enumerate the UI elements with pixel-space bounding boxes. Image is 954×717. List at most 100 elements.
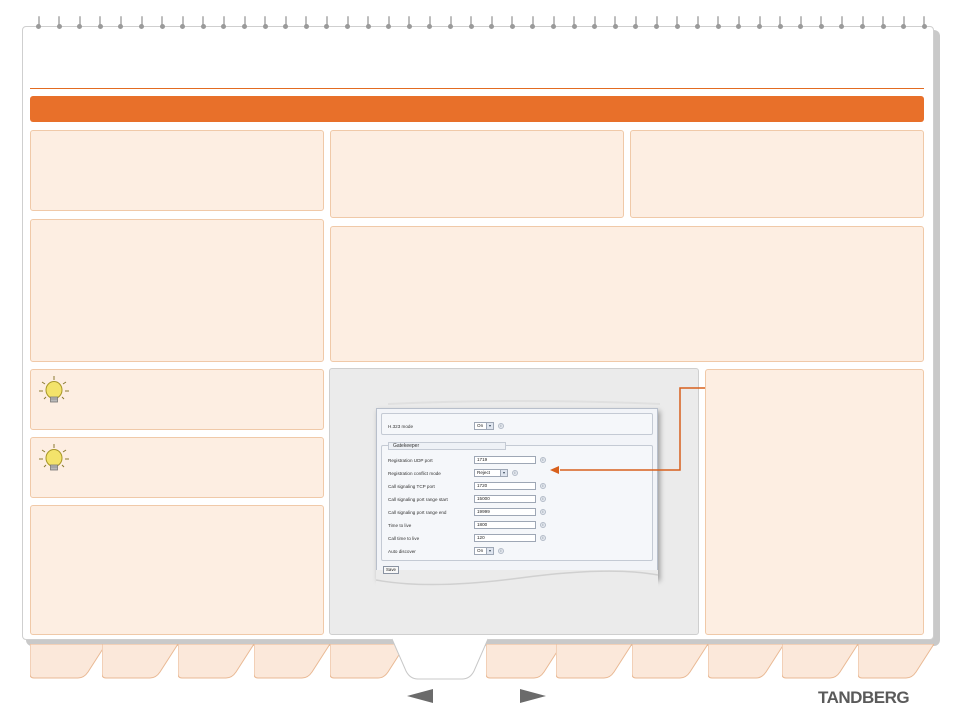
binding-ring (551, 16, 556, 30)
binding-ring (839, 16, 845, 30)
gatekeeper-fieldset: Gatekeeper Registration UDP port 1719 i Reg… (381, 442, 653, 561)
info-panel-wide (330, 226, 924, 362)
torn-edge (376, 570, 658, 590)
gatekeeper-field-row: Call signaling port range start 15000 i (388, 495, 648, 505)
binding-ring (427, 16, 433, 30)
help-icon[interactable]: i (498, 423, 504, 429)
info-panel-2 (30, 219, 324, 362)
section-tab[interactable] (178, 644, 254, 680)
field-label: Time to live (388, 523, 412, 528)
arrow-right-icon[interactable] (518, 688, 548, 704)
binding-ring (860, 16, 865, 30)
binding-ring (242, 16, 247, 30)
field-input[interactable]: 1800 (474, 521, 536, 529)
help-icon[interactable]: i (540, 509, 546, 515)
binding-ring (633, 16, 639, 30)
binding-ring (674, 16, 680, 30)
binding-ring (448, 16, 453, 30)
binding-ring (777, 16, 783, 30)
binding-ring (97, 16, 103, 30)
help-icon[interactable]: i (540, 457, 546, 463)
field-value: On (477, 548, 484, 553)
binding-ring (654, 16, 659, 30)
binding-ring (612, 16, 618, 30)
h323-mode-select[interactable]: On ▾ (474, 422, 494, 430)
help-icon[interactable]: i (540, 535, 546, 541)
field-label: Call signaling port range start (388, 497, 448, 502)
save-button[interactable]: Save (383, 566, 399, 574)
help-icon[interactable]: i (540, 483, 546, 489)
binding-ring (571, 16, 577, 30)
info-panel-5 (630, 130, 924, 218)
section-tab[interactable] (556, 644, 632, 680)
section-tab[interactable] (486, 644, 562, 680)
help-icon[interactable]: i (540, 496, 546, 502)
title-divider (30, 88, 924, 89)
binding-ring (715, 16, 721, 30)
field-label: Call signaling port range end (388, 510, 447, 515)
binding-ring (36, 16, 41, 30)
help-icon[interactable]: i (512, 470, 518, 476)
lightbulb-icon (39, 376, 69, 403)
binding-ring (345, 16, 350, 30)
binding-ring (695, 16, 701, 30)
binding-ring (386, 16, 392, 30)
field-input[interactable]: 15000 (474, 495, 536, 503)
chevron-down-icon: ▾ (486, 548, 493, 554)
section-tab[interactable] (782, 644, 858, 680)
tip-panel-1 (30, 369, 324, 430)
arrow-left-icon[interactable] (405, 688, 435, 704)
section-tab[interactable] (254, 644, 330, 680)
binding-ring (180, 16, 186, 30)
field-select[interactable]: On ▾ (474, 547, 494, 555)
binding-ring (798, 16, 804, 30)
brand-logo: TANDBERG (818, 688, 910, 707)
binding-ring (818, 16, 824, 30)
section-tab-active[interactable] (392, 638, 488, 680)
field-label: Call time to live (388, 536, 420, 541)
section-tab[interactable] (632, 644, 708, 680)
gatekeeper-field-row: Auto discover On ▾ i (388, 547, 648, 557)
binding-ring (77, 16, 83, 30)
section-tab[interactable] (708, 644, 784, 680)
binding-ring (118, 16, 124, 30)
h323-mode-value: On (477, 423, 484, 428)
settings-screenshot: H.323 mode On ▾ i Gatekeeper Registratio… (376, 408, 658, 578)
binding-ring (530, 16, 536, 30)
binding-ring (365, 16, 371, 30)
field-input[interactable]: 1719 (474, 456, 536, 464)
binding-ring (159, 16, 165, 30)
binding-ring (200, 16, 206, 30)
field-label: Auto discover (388, 549, 416, 554)
section-tab[interactable] (858, 644, 934, 680)
field-input[interactable]: 120 (474, 534, 536, 542)
binding-ring (221, 16, 227, 30)
chevron-down-icon: ▾ (486, 423, 493, 429)
field-input[interactable]: 1720 (474, 482, 536, 490)
binding-ring (56, 16, 62, 30)
gatekeeper-field-row: Call time to live 120 i (388, 534, 648, 544)
binding-ring (509, 16, 515, 30)
binding-ring (757, 16, 762, 30)
binding-ring (901, 16, 907, 30)
info-panel-1 (30, 130, 324, 211)
tip-panel-2 (30, 437, 324, 498)
binding-ring (736, 16, 742, 30)
help-icon[interactable]: i (498, 548, 504, 554)
gatekeeper-field-row: Registration conflict mode Reject ▾ i (388, 469, 648, 479)
binding-ring (406, 16, 412, 30)
gatekeeper-field-row: Call signaling port range end 19999 i (388, 508, 648, 518)
binding-ring (921, 16, 927, 30)
info-panel-right (705, 369, 924, 635)
help-icon[interactable]: i (540, 522, 546, 528)
field-value: Reject (477, 470, 491, 475)
binding-ring (880, 16, 886, 30)
section-tab[interactable] (30, 644, 106, 680)
field-label: Registration conflict mode (388, 471, 441, 476)
gatekeeper-legend: Gatekeeper (388, 442, 506, 450)
field-select[interactable]: Reject ▾ (474, 469, 508, 477)
section-tab[interactable] (102, 644, 178, 680)
binding-ring (324, 16, 330, 30)
binding-ring (262, 16, 268, 30)
field-input[interactable]: 19999 (474, 508, 536, 516)
